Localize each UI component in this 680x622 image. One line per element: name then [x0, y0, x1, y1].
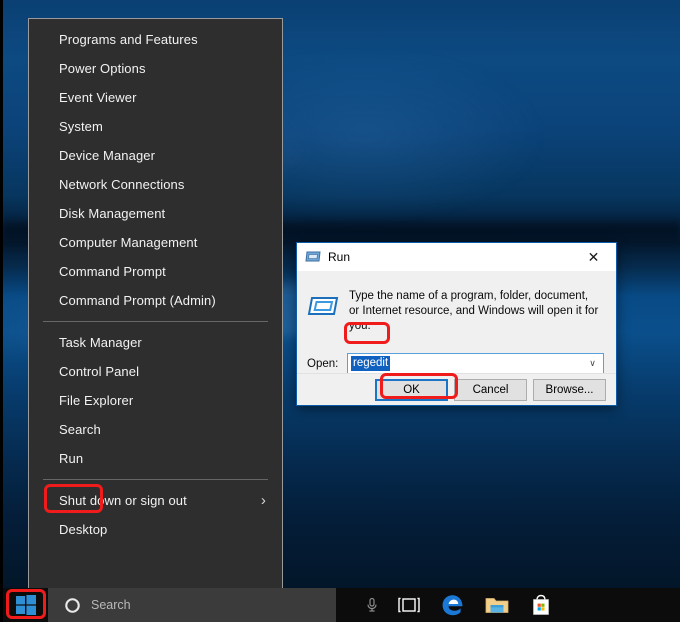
taskbar: Search [0, 588, 680, 622]
menu-item-task-manager[interactable]: Task Manager [29, 328, 282, 357]
menu-item-label: Event Viewer [59, 90, 137, 105]
menu-item-label: Task Manager [59, 335, 142, 350]
menu-separator-1 [43, 321, 268, 322]
menu-item-computer-management[interactable]: Computer Management [29, 228, 282, 257]
file-explorer-icon[interactable] [484, 592, 510, 618]
menu-item-disk-management[interactable]: Disk Management [29, 199, 282, 228]
close-icon[interactable]: ✕ [571, 243, 616, 271]
chevron-right-icon: › [260, 492, 266, 509]
run-dialog-footer: OK Cancel Browse... [297, 373, 616, 405]
menu-item-event-viewer[interactable]: Event Viewer [29, 83, 282, 112]
task-view-glyph [398, 597, 420, 613]
menu-item-desktop[interactable]: Desktop [29, 515, 282, 544]
cancel-button[interactable]: Cancel [454, 378, 527, 401]
search-input[interactable]: Search [48, 588, 336, 622]
run-dialog-titlebar[interactable]: Run ✕ [297, 243, 616, 271]
menu-item-label: Shut down or sign out [59, 493, 187, 508]
menu-item-label: Device Manager [59, 148, 156, 163]
menu-item-command-prompt-admin[interactable]: Command Prompt (Admin) [29, 286, 282, 315]
menu-item-label: Programs and Features [59, 32, 198, 47]
run-description-row: Type the name of a program, folder, docu… [307, 289, 604, 334]
menu-item-label: Power Options [59, 61, 146, 76]
menu-item-programs-and-features[interactable]: Programs and Features [29, 25, 282, 54]
task-view-icon[interactable] [396, 592, 422, 618]
microphone-glyph [367, 597, 377, 612]
microsoft-edge-icon[interactable] [440, 592, 466, 618]
menu-item-label: Network Connections [59, 177, 185, 192]
open-label: Open: [307, 357, 339, 370]
menu-item-label: Computer Management [59, 235, 198, 250]
menu-separator-2 [43, 479, 268, 480]
ok-button[interactable]: OK [375, 378, 448, 401]
menu-item-control-panel[interactable]: Control Panel [29, 357, 282, 386]
windows-logo-icon [16, 595, 36, 615]
menu-item-system[interactable]: System [29, 112, 282, 141]
run-dialog: Run ✕ Type the name of a program, folder… [296, 242, 617, 406]
menu-item-run[interactable]: Run [29, 444, 282, 473]
menu-item-command-prompt[interactable]: Command Prompt [29, 257, 282, 286]
menu-item-search[interactable]: Search [29, 415, 282, 444]
windows-start-button[interactable] [4, 588, 48, 622]
chevron-down-icon[interactable]: ∨ [584, 354, 601, 373]
menu-item-shut-down-or-sign-out[interactable]: Shut down or sign out › [29, 486, 282, 515]
run-open-row: Open: regedit ∨ [307, 353, 604, 374]
run-dialog-title: Run [328, 250, 351, 264]
run-program-icon [307, 297, 339, 315]
menu-item-power-options[interactable]: Power Options [29, 54, 282, 83]
edge-glyph [442, 595, 463, 616]
store-bag-glyph [533, 594, 549, 615]
menu-item-device-manager[interactable]: Device Manager [29, 141, 282, 170]
menu-item-label: Command Prompt (Admin) [59, 293, 216, 308]
cortana-circle-icon [65, 597, 80, 613]
run-window-icon [305, 251, 321, 262]
microphone-icon[interactable] [355, 588, 389, 622]
menu-item-label: Disk Management [59, 206, 166, 221]
menu-item-network-connections[interactable]: Network Connections [29, 170, 282, 199]
menu-item-file-explorer[interactable]: File Explorer [29, 386, 282, 415]
menu-item-label: System [59, 119, 103, 134]
taskbar-pinned-icons [396, 588, 554, 622]
menu-item-label: Control Panel [59, 364, 140, 379]
run-open-combobox[interactable]: regedit ∨ [347, 353, 604, 374]
run-description-text: Type the name of a program, folder, docu… [349, 290, 599, 332]
menu-item-label: Command Prompt [59, 264, 166, 279]
menu-item-label: Desktop [59, 522, 108, 537]
winx-power-user-menu: Programs and Features Power Options Even… [28, 18, 283, 591]
menu-item-label: Run [59, 451, 84, 466]
microsoft-store-icon[interactable] [528, 592, 554, 618]
search-placeholder: Search [91, 598, 131, 612]
menu-item-label: File Explorer [59, 393, 134, 408]
menu-item-label: Search [59, 422, 101, 437]
browse-button[interactable]: Browse... [533, 378, 606, 401]
folder-glyph [485, 598, 509, 613]
run-dialog-body: Type the name of a program, folder, docu… [297, 271, 616, 376]
run-open-input-value[interactable]: regedit [351, 356, 391, 371]
screen: Programs and Features Power Options Even… [0, 0, 680, 622]
